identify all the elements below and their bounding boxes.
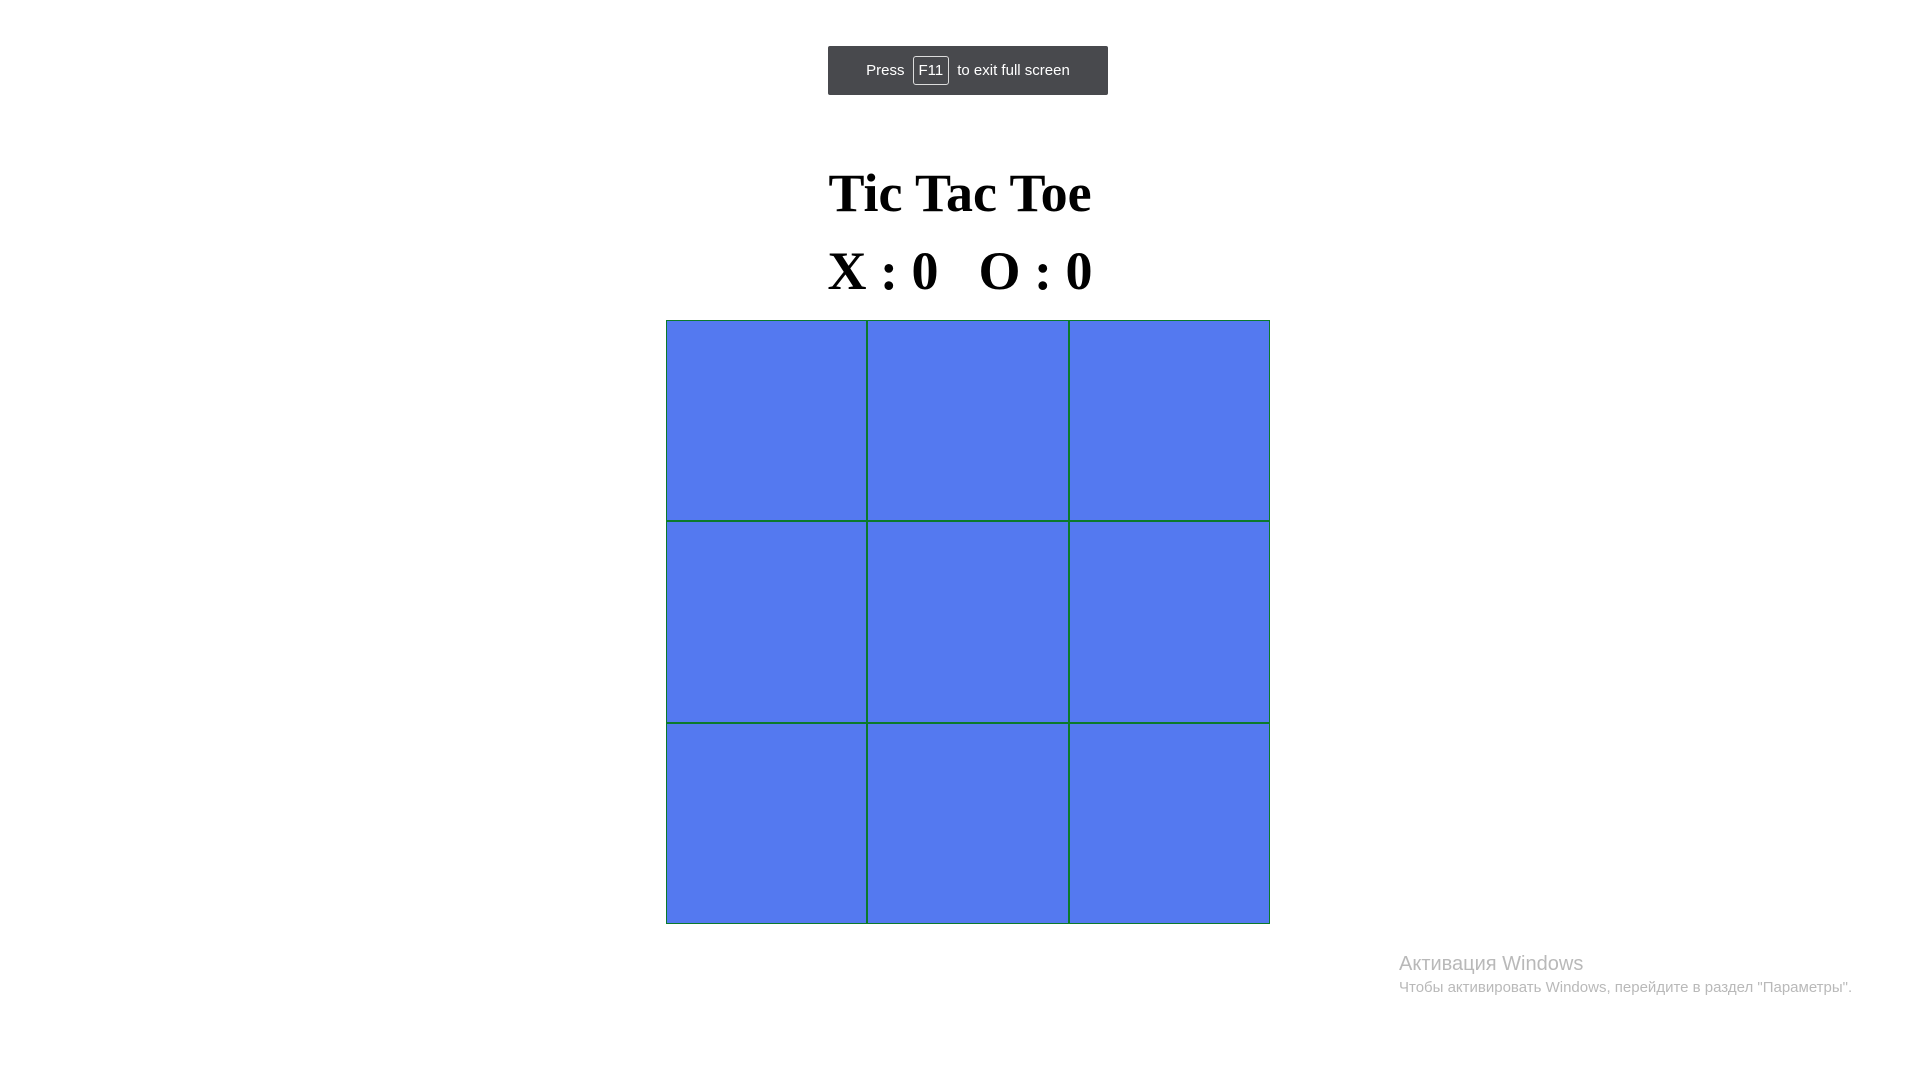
- board-cell-1[interactable]: [667, 321, 867, 521]
- game-title: Tic Tac Toe: [828, 163, 1092, 223]
- score-x: X : 0: [827, 241, 939, 301]
- board-cell-4[interactable]: [667, 522, 867, 722]
- watermark-title: Активация Windows: [1399, 953, 1584, 975]
- board-cell-9[interactable]: [1069, 723, 1269, 923]
- windows-activation-watermark: Активация Windows Чтобы активировать Win…: [1399, 951, 1852, 999]
- score-o: O : 0: [978, 241, 1093, 301]
- board-cell-8[interactable]: [868, 723, 1068, 923]
- board-cell-5[interactable]: [868, 522, 1068, 722]
- fullscreen-notice: Press F11 to exit full screen: [828, 46, 1108, 95]
- board-cell-3[interactable]: [1069, 321, 1269, 521]
- board-cell-6[interactable]: [1069, 522, 1269, 722]
- f11-key-badge: F11: [912, 56, 950, 85]
- board-cell-7[interactable]: [667, 723, 867, 923]
- fullscreen-notice-suffix: to exit full screen: [957, 62, 1070, 79]
- scoreboard: X : 0 O : 0: [0, 238, 1920, 304]
- board-cell-2[interactable]: [868, 321, 1068, 521]
- fullscreen-notice-prefix: Press: [866, 62, 905, 79]
- watermark-text: Чтобы активировать Windows, перейдите в …: [1399, 979, 1853, 996]
- game-board: [666, 320, 1270, 924]
